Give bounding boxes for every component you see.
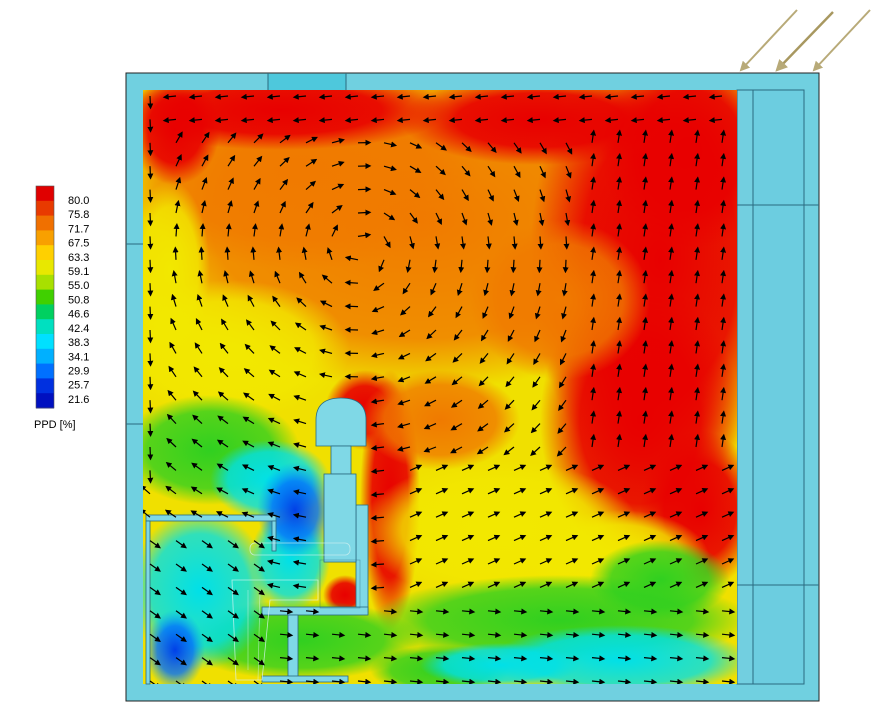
velocity-vector [147, 189, 154, 203]
velocity-vector [147, 400, 154, 414]
chair-back [355, 504, 369, 614]
legend-swatch [36, 274, 54, 291]
legend-tick-label: 75.8 [68, 209, 89, 221]
velocity-vector [147, 470, 154, 484]
legend-tick-label: 29.9 [68, 365, 89, 377]
external-shading [752, 89, 805, 685]
legend-swatch [36, 363, 54, 379]
legend-tick-label: 80.0 [68, 195, 89, 207]
velocity-vector [510, 259, 517, 274]
ceiling-vent [268, 74, 346, 90]
legend-tick-label: 42.4 [68, 323, 89, 335]
occupant-torso [323, 473, 357, 563]
velocity-vector [147, 446, 154, 461]
legend-swatch [36, 260, 54, 276]
legend-tick-label: 46.6 [68, 309, 89, 321]
window-frame [736, 89, 754, 685]
velocity-vector [147, 259, 154, 274]
velocity-vector [147, 236, 154, 250]
solar-radiation-arrows [739, 9, 871, 72]
velocity-vector [224, 246, 231, 260]
velocity-vector [198, 246, 205, 260]
legend-swatch [36, 304, 54, 320]
velocity-vector [370, 561, 385, 568]
velocity-vector [562, 259, 569, 274]
ppd-cfd-diagram: 80.0 75.8 71.7 67.5 63.3 59.1 55.0 50.8 46.6 42.4… [34, 9, 871, 702]
velocity-vector [357, 209, 372, 216]
velocity-vector [173, 223, 180, 237]
velocity-vector [147, 212, 154, 227]
velocity-vector [147, 329, 154, 344]
legend-swatch [36, 378, 54, 394]
legend-tick-label: 63.3 [68, 252, 89, 264]
legend-tick-label: 71.7 [68, 223, 89, 235]
legend-tick-label: 59.1 [68, 266, 89, 278]
legend-tick-labels: 80.0 75.8 71.7 67.5 63.3 59.1 55.0 50.8 46.6 42.4… [68, 195, 89, 406]
velocity-vector [484, 259, 491, 274]
legend-title: PPD [%] [34, 419, 76, 431]
velocity-vector [537, 236, 544, 250]
velocity-vector [147, 95, 154, 110]
legend-swatch [36, 319, 54, 335]
velocity-vector [536, 259, 543, 274]
legend-tick-label: 55.0 [68, 280, 89, 292]
legend-swatch [36, 393, 54, 409]
velocity-vector [147, 283, 154, 297]
ppd-contour-field [143, 90, 737, 684]
velocity-vector [147, 306, 154, 320]
velocity-vector [147, 423, 154, 437]
velocity-vector [172, 246, 179, 260]
legend-swatch [36, 230, 54, 246]
legend-color-bar [35, 185, 55, 409]
legend-tick-label: 34.1 [68, 351, 89, 363]
ppd-legend: 80.0 75.8 71.7 67.5 63.3 59.1 55.0 50.8 46.6 42.4… [34, 185, 89, 431]
legend-swatch [36, 215, 54, 231]
legend-tick-label: 38.3 [68, 337, 89, 349]
legend-swatch [36, 200, 54, 217]
legend-swatch [36, 334, 54, 350]
legend-tick-label: 25.7 [68, 380, 89, 392]
velocity-vector [344, 279, 359, 286]
velocity-vector [370, 584, 385, 591]
desk-top [145, 514, 277, 522]
legend-swatch [36, 245, 54, 261]
velocity-vector [147, 166, 154, 180]
velocity-vector [147, 119, 154, 133]
velocity-vector [147, 376, 154, 391]
legend-tick-label: 67.5 [68, 238, 89, 250]
legend-tick-label: 50.8 [68, 294, 89, 306]
occupant-head [315, 397, 367, 447]
legend-swatch [36, 289, 54, 305]
velocity-vector [563, 236, 570, 250]
velocity-vector [147, 142, 154, 157]
legend-swatch [36, 186, 54, 202]
velocity-vector [147, 353, 154, 367]
legend-tick-label: 21.6 [68, 394, 89, 406]
legend-swatch [36, 348, 54, 365]
